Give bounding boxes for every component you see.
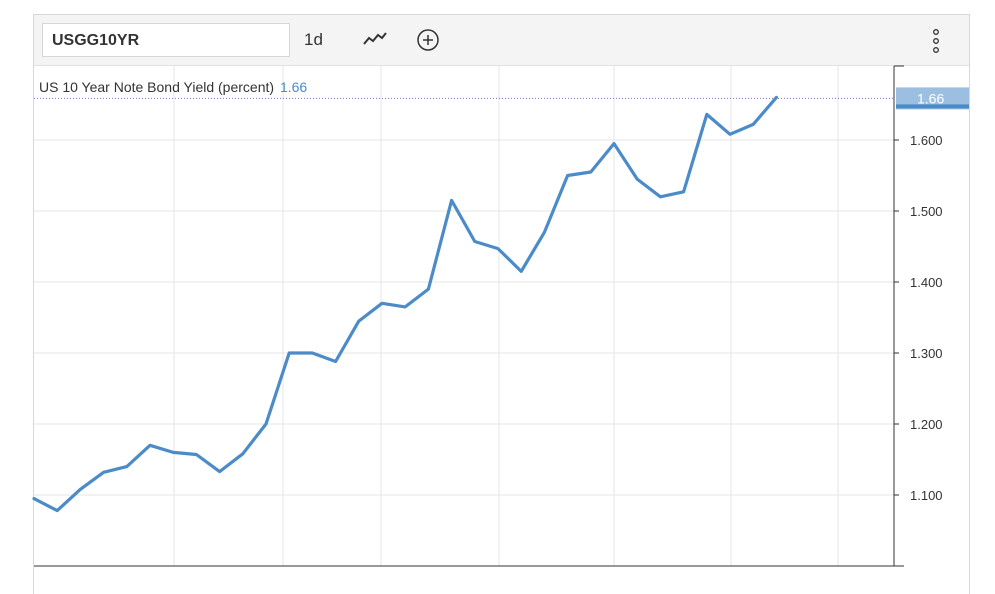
chart-legend: US 10 Year Note Bond Yield (percent) 1.6… (39, 79, 307, 95)
last-value-badge-label: 1.66 (917, 90, 944, 106)
series-line (32, 95, 779, 513)
legend-series-name: US 10 Year Note Bond Yield (percent) (39, 79, 275, 95)
y-tick-label: 1.100 (910, 488, 943, 503)
grid-lines (34, 66, 894, 566)
legend-last-value: 1.66 (279, 79, 308, 95)
y-axis: 1.100 1.200 1.300 1.400 1.500 1.600 (34, 65, 943, 567)
y-tick-label: 1.200 (910, 417, 943, 432)
y-tick-label: 1.500 (910, 204, 943, 219)
y-tick-label: 1.300 (910, 346, 943, 361)
last-value-badge: 1.66 (896, 87, 969, 110)
series-layer (32, 95, 894, 513)
y-tick-label: 1.400 (910, 275, 943, 290)
y-tick-label: 1.600 (910, 133, 943, 148)
